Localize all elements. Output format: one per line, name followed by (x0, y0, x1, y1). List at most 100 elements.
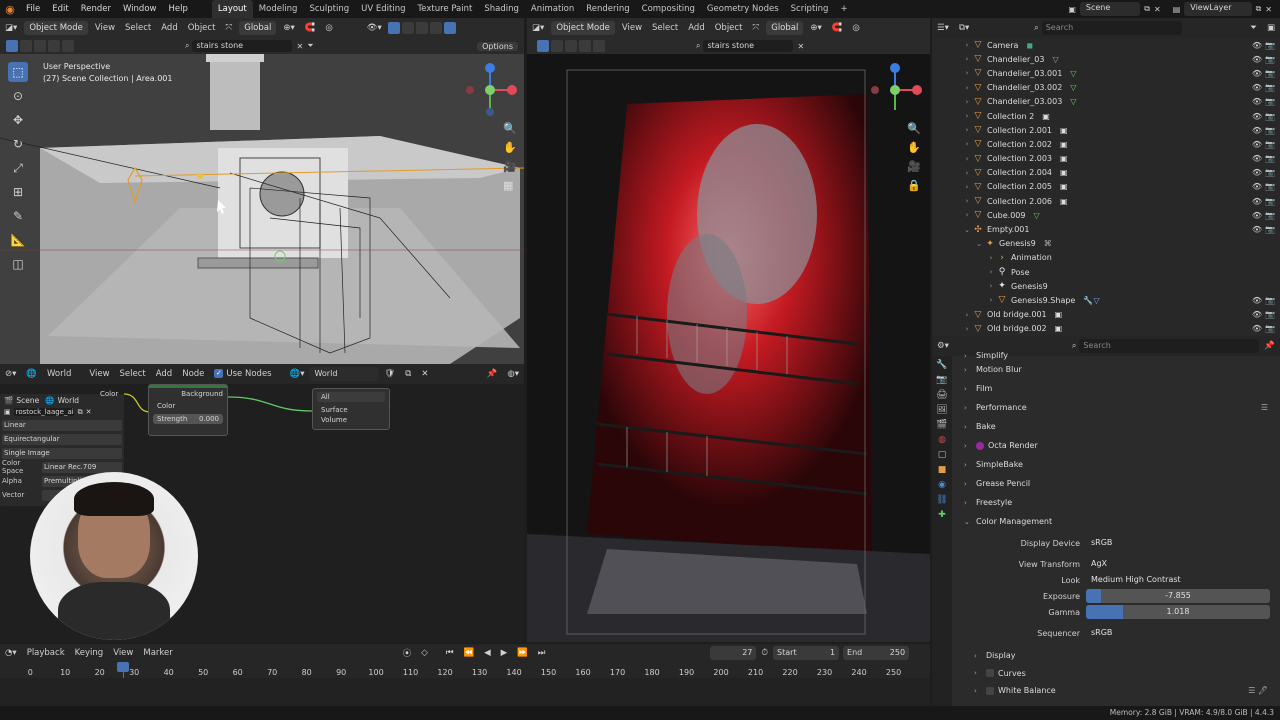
mode-add-icon[interactable] (20, 40, 32, 52)
expand-chevron-icon[interactable]: ⌄ (974, 240, 984, 248)
expand-chevron-icon[interactable]: › (986, 282, 996, 290)
annotate-tool-icon[interactable]: ✎ (8, 206, 28, 226)
pivot-icon[interactable]: ⊕▾ (278, 23, 299, 33)
expand-chevron-icon[interactable]: › (962, 197, 972, 205)
panel-film[interactable]: › Film (954, 379, 1280, 398)
render-camera-icon[interactable]: 📷 (1265, 55, 1275, 64)
collection-data-icon[interactable]: ▣ (1060, 154, 1068, 163)
orientation-dropdown[interactable]: Global (239, 21, 277, 35)
expand-chevron-icon[interactable]: › (962, 311, 972, 319)
volume-input[interactable]: Volume (313, 415, 389, 425)
expand-chevron-icon[interactable]: › (962, 98, 972, 106)
proportional-edit-icon[interactable]: ◎ (847, 23, 864, 33)
mode-intersect-icon[interactable] (62, 40, 74, 52)
editor-type-icon[interactable]: ◪▾ (527, 23, 549, 33)
play-reverse-icon[interactable]: ◀ (479, 648, 496, 658)
expand-chevron-icon[interactable]: ⌄ (962, 226, 972, 234)
outliner-item[interactable]: › ▽ Collection 2.005 ▣ 👁 📷 (932, 180, 1280, 194)
select-tool-icon[interactable]: ⬚ (8, 62, 28, 82)
gizmo-toggle-icon[interactable] (387, 22, 400, 34)
select-box-icon[interactable] (6, 40, 18, 52)
orientation-dropdown[interactable]: Global (766, 21, 804, 35)
view-menu[interactable]: View (108, 648, 138, 658)
tab-scripting[interactable]: Scripting (785, 0, 835, 18)
prev-key-icon[interactable]: ⏪ (458, 648, 479, 658)
tab-uv-editing[interactable]: UV Editing (355, 0, 411, 18)
outliner-item[interactable]: › ▽ Chandelier_03.003 ▽ 👁 📷 (932, 95, 1280, 109)
editor-type-icon[interactable]: ◪▾ (0, 23, 22, 33)
menu-window[interactable]: Window (117, 0, 163, 18)
collection-data-icon[interactable]: ▣ (1042, 112, 1050, 121)
exposure-slider[interactable]: -7.855 (1086, 589, 1270, 603)
outliner-search-input[interactable]: Search (1041, 21, 1182, 35)
new-scene-icon[interactable]: ⧉ (1144, 4, 1150, 14)
outliner-item[interactable]: › ▽ Collection 2.006 ▣ 👁 📷 (932, 194, 1280, 208)
panel-performance[interactable]: › Performance ☰ (954, 398, 1280, 417)
timeline-track-area[interactable] (0, 678, 930, 706)
keying-menu[interactable]: Keying (70, 648, 109, 658)
collection-data-icon[interactable]: ▣ (1060, 182, 1068, 191)
transform-tool-icon[interactable]: ⊞ (8, 182, 28, 202)
outliner-item[interactable]: › ▽ Chandelier_03.001 ▽ 👁 📷 (932, 66, 1280, 80)
new-view-layer-icon[interactable]: ⧉ (1256, 4, 1262, 14)
outliner-item[interactable]: ⌄ ✦ Genesis9 ⌘ (932, 237, 1280, 251)
pan-hand-icon[interactable]: ✋ (503, 141, 517, 154)
snap-icon[interactable]: 🧲 (300, 23, 321, 33)
zoom-icon[interactable]: 🔍 (503, 122, 517, 135)
object-mode-dropdown[interactable]: Object Mode (24, 21, 88, 35)
visibility-eye-icon[interactable]: 👁 (1252, 182, 1262, 191)
expand-chevron-icon[interactable]: › (962, 169, 972, 177)
scale-tool-icon[interactable]: ⤢ (8, 158, 28, 178)
constraints-tab-icon[interactable]: ⛓ (936, 495, 947, 505)
tool-tab-icon[interactable]: 🔧 (936, 360, 947, 370)
mode-subtract-icon[interactable] (34, 40, 46, 52)
panel-motion-blur[interactable]: › Motion Blur (954, 360, 1280, 379)
gamma-slider[interactable]: 1.018 (1086, 605, 1270, 619)
outliner-item[interactable]: › ▽ Collection 2.001 ▣ 👁 📷 (932, 123, 1280, 137)
preset-menu-icon[interactable]: ☰ 🖊 (1248, 686, 1268, 695)
expand-chevron-icon[interactable]: › (962, 84, 972, 92)
viewport-right[interactable]: ◪▾ Object Mode View Select Add Object ⤧ … (527, 18, 930, 642)
visibility-eye-icon[interactable]: 👁 (1252, 41, 1262, 50)
render-tab-icon[interactable]: 📷 (936, 375, 947, 385)
render-camera-icon[interactable]: 📷 (1265, 168, 1275, 177)
object-menu[interactable]: Object (183, 23, 221, 33)
filter-icon[interactable]: ⏷ (1245, 23, 1262, 33)
world-output-node[interactable]: All Surface Volume (312, 388, 390, 430)
expand-chevron-icon[interactable]: › (962, 325, 972, 333)
look-dropdown[interactable]: Medium High Contrast (1086, 573, 1270, 587)
camera-view-icon[interactable]: 🎥 (503, 160, 517, 173)
subpanel-checkbox[interactable] (986, 669, 994, 678)
current-frame-field[interactable]: 27 (710, 646, 757, 660)
view-layer-selector[interactable]: ViewLayer (1184, 2, 1252, 16)
mode-subtract-icon[interactable] (565, 40, 577, 52)
scene-tab-icon[interactable]: 🎬 (936, 420, 947, 430)
tab-animation[interactable]: Animation (525, 0, 580, 18)
tab-geometry-nodes[interactable]: Geometry Nodes (701, 0, 785, 18)
output-tab-icon[interactable]: 🖨 (936, 390, 947, 400)
outliner-item[interactable]: › ▽ Collection 2.002 ▣ 👁 📷 (932, 137, 1280, 151)
outliner-item[interactable]: › ▽ Collection 2.004 ▣ 👁 📷 (932, 166, 1280, 180)
outliner-item[interactable]: › ▽ Collection 2.003 ▣ 👁 📷 (932, 152, 1280, 166)
visibility-eye-icon[interactable]: 👁 (1252, 154, 1262, 163)
object-mode-dropdown[interactable]: Object Mode (551, 21, 615, 35)
render-camera-icon[interactable]: 📷 (1265, 324, 1275, 333)
visibility-eye-icon[interactable]: 👁 (1252, 168, 1262, 177)
snap-icon[interactable]: 🧲 (827, 23, 848, 33)
camera-data-icon[interactable]: ◼ (1026, 41, 1033, 50)
tab-sculpting[interactable]: Sculpting (303, 0, 355, 18)
collection-data-icon[interactable]: ▣ (1060, 168, 1068, 177)
tab-compositing[interactable]: Compositing (636, 0, 701, 18)
expand-chevron-icon[interactable]: › (986, 268, 996, 276)
filter-icon[interactable]: ⏷ (307, 41, 313, 51)
visibility-eye-icon[interactable]: 👁 (1252, 197, 1262, 206)
render-camera-icon[interactable]: 📷 (1265, 126, 1275, 135)
subpanel-display[interactable]: › Display (954, 647, 1280, 665)
cursor-tool-icon[interactable]: ⊙ (8, 86, 28, 106)
tab-layout[interactable]: Layout (211, 0, 253, 18)
panel-bake[interactable]: › Bake (954, 417, 1280, 436)
select-menu[interactable]: Select (647, 23, 683, 33)
clear-search-icon[interactable]: ✕ (797, 42, 804, 51)
expand-chevron-icon[interactable]: › (962, 112, 972, 120)
ortho-grid-icon[interactable]: ▦ (503, 179, 517, 192)
